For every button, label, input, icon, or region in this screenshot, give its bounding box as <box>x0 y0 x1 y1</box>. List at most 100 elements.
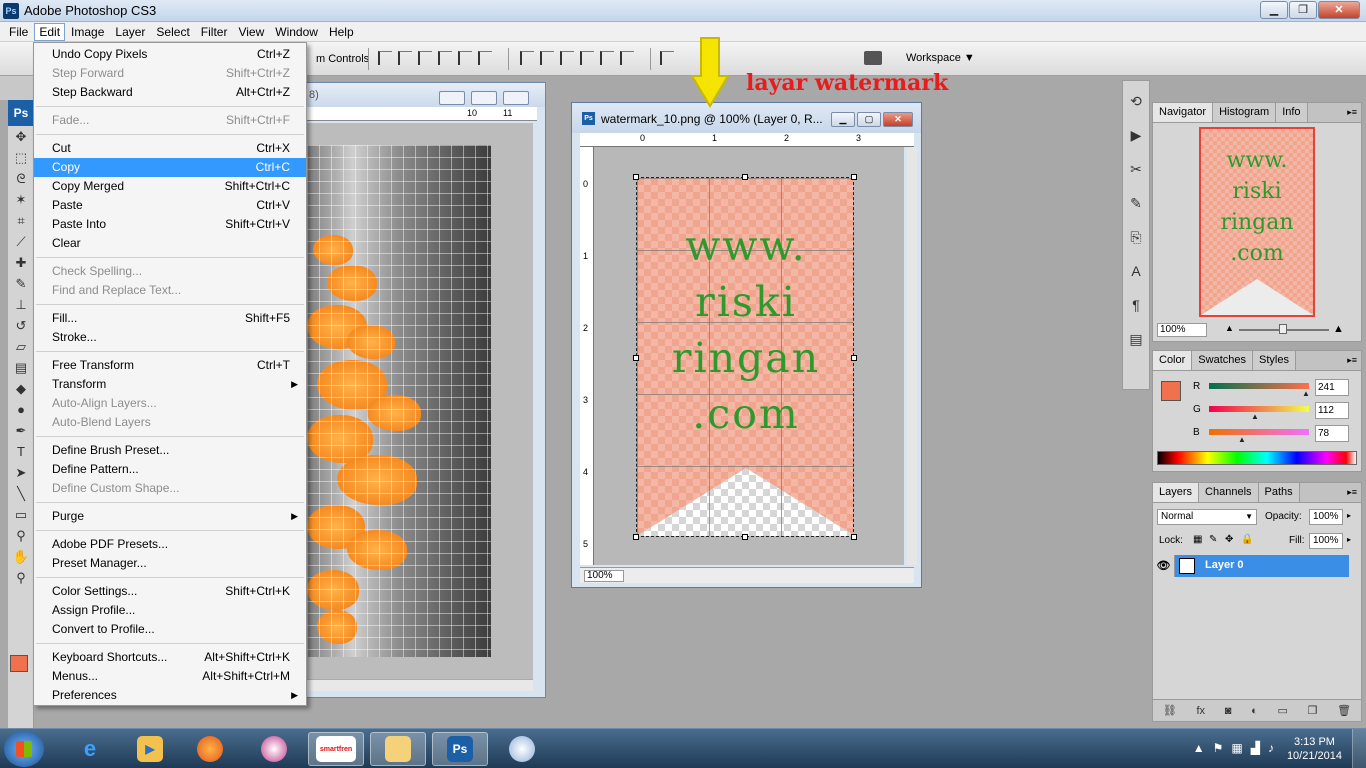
taskbar-media-player[interactable]: ▶ <box>122 732 178 766</box>
layer-style-icon[interactable]: fx <box>1197 705 1206 717</box>
doc1-horizontal-scrollbar[interactable] <box>307 679 533 691</box>
transform-handle[interactable] <box>851 355 857 361</box>
blue-value-field[interactable]: 78 <box>1315 425 1349 442</box>
edit-menu-item-cut[interactable]: Cut Ctrl+X <box>34 139 306 158</box>
align-left-icon[interactable] <box>438 51 452 65</box>
color-spectrum-bar[interactable] <box>1157 451 1357 465</box>
distribute-right-icon[interactable] <box>620 51 634 65</box>
adjustment-layer-icon[interactable]: ◐ <box>1251 705 1258 717</box>
brush-tool-icon[interactable]: ✎ <box>8 273 34 294</box>
new-group-icon[interactable]: ▭ <box>1277 704 1287 717</box>
eraser-tool-icon[interactable]: ▱ <box>8 336 34 357</box>
menu-filter[interactable]: Filter <box>196 23 233 41</box>
align-bottom-icon[interactable] <box>418 51 432 65</box>
zoom-tool-icon[interactable]: ⚲ <box>8 567 34 588</box>
red-slider-pointer-icon[interactable]: ▲ <box>1302 389 1310 398</box>
doc1-minimize-button[interactable] <box>439 91 465 105</box>
red-slider[interactable] <box>1209 383 1309 389</box>
menu-window[interactable]: Window <box>270 23 323 41</box>
visibility-eye-icon[interactable]: 👁 <box>1153 555 1175 577</box>
distribute-top-icon[interactable] <box>520 51 534 65</box>
edit-menu-item-adobe-pdf-presets[interactable]: Adobe PDF Presets... <box>34 535 306 554</box>
distribute-bottom-icon[interactable] <box>560 51 574 65</box>
workspace-icon[interactable] <box>864 51 882 65</box>
crop-tool-icon[interactable]: ⌗ <box>8 210 34 231</box>
edit-menu-item-fade[interactable]: Fade... Shift+Ctrl+F <box>34 111 306 130</box>
character-icon[interactable]: A <box>1124 257 1148 285</box>
move-tool-icon[interactable]: ✥ <box>8 126 34 147</box>
edit-menu-item-define-pattern[interactable]: Define Pattern... <box>34 460 306 479</box>
doc2-close-button[interactable]: ✕ <box>883 112 913 127</box>
edit-menu-item-transform[interactable]: Transform ▶ <box>34 375 306 394</box>
history-icon[interactable]: ⟲ <box>1124 87 1148 115</box>
menu-help[interactable]: Help <box>324 23 359 41</box>
transform-handle[interactable] <box>633 355 639 361</box>
navigator-zoom-field[interactable]: 100% <box>1157 323 1207 337</box>
edit-menu-item-menus[interactable]: Menus... Alt+Shift+Ctrl+M <box>34 667 306 686</box>
hand-tool-icon[interactable]: ✋ <box>8 546 34 567</box>
blend-mode-select[interactable]: Normal ▼ <box>1157 509 1257 525</box>
edit-menu-item-convert-to-profile[interactable]: Convert to Profile... <box>34 620 306 639</box>
align-right-icon[interactable] <box>478 51 492 65</box>
edit-menu-item-step-backward[interactable]: Step Backward Alt+Ctrl+Z <box>34 83 306 102</box>
show-desktop-button[interactable] <box>1352 729 1366 768</box>
edit-menu-item-copy[interactable]: Copy Ctrl+C <box>34 158 306 177</box>
edit-menu-item-paste-into[interactable]: Paste Into Shift+Ctrl+V <box>34 215 306 234</box>
distribute-left-icon[interactable] <box>580 51 594 65</box>
doc1-canvas-area[interactable] <box>307 123 533 679</box>
link-layers-icon[interactable]: ⛓ <box>1163 704 1177 717</box>
edit-menu-item-undo-copy-pixels[interactable]: Undo Copy Pixels Ctrl+Z <box>34 45 306 64</box>
edit-menu-item-paste[interactable]: Paste Ctrl+V <box>34 196 306 215</box>
actions-icon[interactable]: ▶ <box>1124 121 1148 149</box>
menu-image[interactable]: Image <box>66 23 109 41</box>
opacity-field[interactable]: 100% <box>1309 509 1343 525</box>
tab-swatches[interactable]: Swatches <box>1192 351 1253 370</box>
transform-controls-label[interactable]: m Controls <box>316 53 369 65</box>
lock-image-icon[interactable]: ✎ <box>1209 534 1217 545</box>
green-slider-pointer-icon[interactable]: ▲ <box>1251 412 1259 421</box>
tab-styles[interactable]: Styles <box>1253 351 1296 370</box>
doc2-minimize-button[interactable]: ▁ <box>831 112 855 127</box>
distribute-hcenter-icon[interactable] <box>600 51 614 65</box>
fill-field[interactable]: 100% <box>1309 533 1343 549</box>
menu-layer[interactable]: Layer <box>110 23 150 41</box>
red-value-field[interactable]: 241 <box>1315 379 1349 396</box>
clone-source-icon[interactable]: ⎘ <box>1124 223 1148 251</box>
edit-menu-item-free-transform[interactable]: Free Transform Ctrl+T <box>34 356 306 375</box>
taskbar-smartfren[interactable]: smartfren <box>308 732 364 766</box>
close-button[interactable]: ✕ <box>1318 1 1360 19</box>
taskbar-file-explorer[interactable] <box>370 732 426 766</box>
line-tool-icon[interactable]: ╲ <box>8 483 34 504</box>
edit-menu-item-fill[interactable]: Fill... Shift+F5 <box>34 309 306 328</box>
panel-menu-icon[interactable]: ▸≡ <box>1347 487 1357 498</box>
doc1-close-button[interactable] <box>503 91 529 105</box>
transform-handle[interactable] <box>633 174 639 180</box>
layer-mask-icon[interactable]: ◙ <box>1225 705 1232 717</box>
gradient-tool-icon[interactable]: ▤ <box>8 357 34 378</box>
brushes-icon[interactable]: ✎ <box>1124 189 1148 217</box>
tab-histogram[interactable]: Histogram <box>1213 103 1277 122</box>
doc1-restore-button[interactable] <box>471 91 497 105</box>
taskbar-photoshop[interactable]: Ps <box>432 732 488 766</box>
tab-channels[interactable]: Channels <box>1199 483 1259 502</box>
foreground-color-swatch[interactable] <box>10 655 28 672</box>
lasso-tool-icon[interactable]: ᘓ <box>8 168 34 189</box>
doc2-restore-button[interactable]: ▢ <box>857 112 881 127</box>
edit-menu-item-copy-merged[interactable]: Copy Merged Shift+Ctrl+C <box>34 177 306 196</box>
tab-paths[interactable]: Paths <box>1258 483 1300 502</box>
distribute-vcenter-icon[interactable] <box>540 51 554 65</box>
blue-slider-pointer-icon[interactable]: ▲ <box>1238 435 1246 444</box>
edit-menu-item-preferences[interactable]: Preferences ▶ <box>34 686 306 705</box>
watermark-canvas[interactable]: www. riski ringan .com <box>633 174 857 540</box>
edit-menu-item-stroke[interactable]: Stroke... <box>34 328 306 347</box>
tab-color[interactable]: Color <box>1153 351 1193 370</box>
tool-presets-icon[interactable]: ✂ <box>1124 155 1148 183</box>
auto-align-icon[interactable] <box>660 51 674 65</box>
dodge-tool-icon[interactable]: ● <box>8 399 34 420</box>
pen-tool-icon[interactable]: ✒ <box>8 420 34 441</box>
transform-handle[interactable] <box>633 534 639 540</box>
blur-tool-icon[interactable]: ◆ <box>8 378 34 399</box>
green-slider[interactable] <box>1209 406 1309 412</box>
fill-arrow-icon[interactable]: ▸ <box>1347 535 1351 544</box>
edit-menu-item-color-settings[interactable]: Color Settings... Shift+Ctrl+K <box>34 582 306 601</box>
